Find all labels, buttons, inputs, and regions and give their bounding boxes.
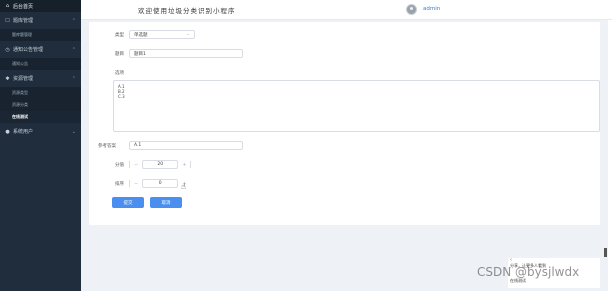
top-header: 欢迎使用垃圾分类识别小程序 admin: [81, 0, 612, 20]
question-input[interactable]: 题目1: [129, 49, 243, 58]
score-label: 分值: [115, 162, 124, 168]
sidebar-item-resource-category[interactable]: 资源分类: [0, 99, 81, 111]
sidebar-item-resource-type[interactable]: 资源类型: [0, 87, 81, 99]
list-icon: ☐: [5, 17, 10, 24]
answer-label: 参考答案: [98, 143, 116, 149]
chevron-down-icon: ⌄: [71, 128, 76, 135]
chevron-up-icon: ⌃: [71, 75, 76, 82]
answer-row: 参考答案 A.1: [98, 141, 243, 150]
question-row: 题目 题目1: [115, 49, 243, 58]
sidebar-home[interactable]: ⌂ 后台首页: [0, 0, 81, 12]
answer-input-value: A.1: [134, 143, 142, 148]
score-row: 分值 − 20 +: [115, 160, 192, 169]
order-label: 排序: [115, 181, 124, 187]
divider: [129, 161, 130, 168]
question-input-value: 题目1: [134, 51, 146, 57]
score-increment-button[interactable]: +: [182, 162, 186, 168]
username-link[interactable]: admin: [423, 6, 440, 12]
order-input[interactable]: 0: [142, 179, 179, 188]
watermark: CSDN @bysjlwdx: [477, 265, 580, 279]
sidebar-item-notice[interactable]: 通知公告: [0, 58, 81, 70]
sidebar-item-label: 资源类型: [12, 90, 28, 95]
sidebar: ⌂ 后台首页 ☐ 题库管理 ⌃ 题库题管理 ◷ 通知公告管理 ⌃ 通知公告 ✱: [0, 0, 81, 291]
sidebar-item-online-test[interactable]: 在线测试: [0, 111, 81, 123]
sidebar-group-question-bank[interactable]: ☐ 题库管理 ⌃: [0, 12, 81, 29]
sidebar-item-question-manage[interactable]: 题库题管理: [0, 29, 81, 41]
sidebar-group-label: 资源管理: [13, 76, 34, 82]
chevron-up-icon: ⌃: [71, 46, 76, 53]
sidebar-item-label: 在线测试: [12, 114, 28, 119]
form-card: 类型 单选题 ⌄ 题目 题目1 选项 A.1 B.2 C.3 参考答案 A.1 …: [89, 22, 600, 225]
submit-button[interactable]: 提交: [112, 197, 144, 208]
order-decrement-button[interactable]: −: [134, 181, 138, 187]
user-icon: ●: [5, 128, 10, 135]
sidebar-item-label: 资源分类: [12, 102, 28, 107]
main-content: 类型 单选题 ⌄ 题目 题目1 选项 A.1 B.2 C.3 参考答案 A.1 …: [81, 20, 608, 291]
question-label: 题目: [115, 51, 124, 57]
order-stepper: − 0 +: [129, 179, 186, 188]
cancel-button[interactable]: 取消: [150, 197, 182, 208]
score-input[interactable]: 20: [142, 160, 179, 169]
sidebar-group-label: 系统用户: [13, 129, 34, 135]
divider: [129, 180, 130, 187]
scroll-indicator: [604, 248, 607, 257]
options-textarea[interactable]: A.1 B.2 C.3: [113, 80, 600, 132]
option-line: C.3: [118, 94, 125, 99]
chevron-up-icon: ⌃: [71, 17, 76, 24]
score-stepper: − 20 +: [129, 160, 192, 169]
options-label: 选项: [115, 71, 124, 76]
type-label: 类型: [115, 32, 124, 38]
avatar[interactable]: [406, 4, 417, 15]
sidebar-home-label: 后台首页: [13, 3, 34, 10]
chevron-down-icon: ⌄: [186, 32, 190, 37]
type-select[interactable]: 单选题 ⌄: [129, 30, 195, 39]
sidebar-group-label: 题库管理: [13, 18, 34, 24]
sidebar-item-label: 通知公告: [12, 61, 28, 66]
clock-icon: ◷: [5, 46, 10, 53]
type-row: 类型 单选题 ⌄: [115, 30, 195, 39]
sidebar-group-notice[interactable]: ◷ 通知公告管理 ⌃: [0, 41, 81, 58]
home-icon: ⌂: [5, 3, 10, 9]
sidebar-group-users[interactable]: ● 系统用户 ⌄: [0, 123, 81, 140]
sidebar-group-resources[interactable]: ✱ 资源管理 ⌃: [0, 70, 81, 87]
page-title: 欢迎使用垃圾分类识别小程序: [138, 7, 236, 15]
pointer-cursor-icon: ☝: [181, 182, 186, 191]
type-select-value: 单选题: [134, 32, 148, 38]
options-row: 选项: [115, 70, 124, 76]
score-decrement-button[interactable]: −: [134, 162, 138, 168]
app-window: ⌂ 后台首页 ☐ 题库管理 ⌃ 题库题管理 ◷ 通知公告管理 ⌃ 通知公告 ✱: [0, 0, 612, 291]
divider: [190, 161, 192, 168]
sidebar-item-label: 题库题管理: [12, 32, 32, 37]
answer-input[interactable]: A.1: [129, 141, 243, 150]
order-row: 排序 − 0 +: [115, 179, 186, 188]
gear-icon: ✱: [5, 75, 10, 82]
sidebar-group-label: 通知公告管理: [13, 47, 44, 53]
